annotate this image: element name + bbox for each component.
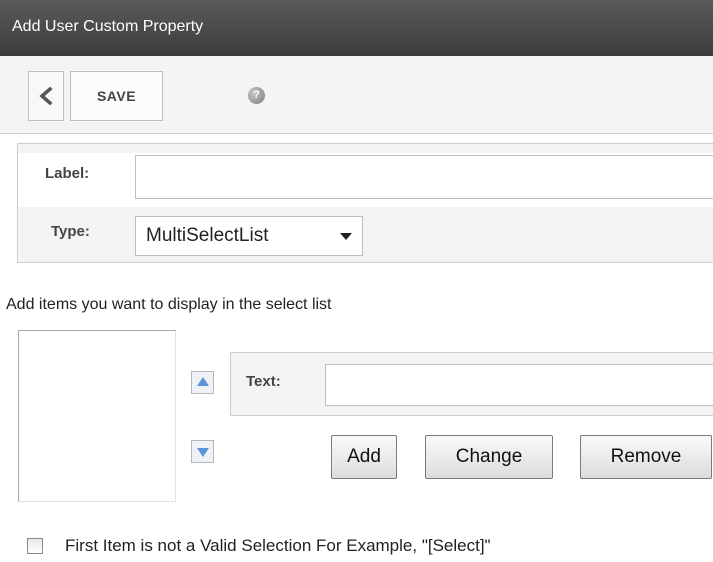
move-up-button[interactable] <box>191 371 214 394</box>
move-down-button[interactable] <box>191 440 214 463</box>
type-select-value: MultiSelectList <box>146 225 269 246</box>
item-text-input[interactable] <box>325 364 713 406</box>
items-listbox[interactable] <box>18 330 176 502</box>
chevron-left-icon <box>39 87 53 105</box>
remove-button[interactable]: Remove <box>580 435 712 479</box>
save-button[interactable]: SAVE <box>70 71 163 121</box>
first-item-invalid-checkbox[interactable] <box>27 538 43 554</box>
chevron-down-icon <box>340 233 352 240</box>
label-caption: Label: <box>45 165 90 182</box>
first-item-invalid-label: First Item is not a Valid Selection For … <box>65 536 491 555</box>
items-instruction: Add items you want to display in the sel… <box>6 296 332 313</box>
add-button[interactable]: Add <box>331 435 397 479</box>
question-icon[interactable]: ? <box>248 87 265 104</box>
text-caption: Text: <box>246 373 281 390</box>
arrow-down-icon <box>197 448 209 457</box>
title-bar: Add User Custom Property <box>0 0 713 56</box>
change-button[interactable]: Change <box>425 435 553 479</box>
label-input[interactable] <box>135 155 713 199</box>
arrow-up-icon <box>197 377 209 386</box>
type-select[interactable]: MultiSelectList <box>135 216 363 256</box>
window-title: Add User Custom Property <box>12 18 204 35</box>
back-button[interactable] <box>28 71 64 121</box>
type-caption: Type: <box>51 223 90 240</box>
